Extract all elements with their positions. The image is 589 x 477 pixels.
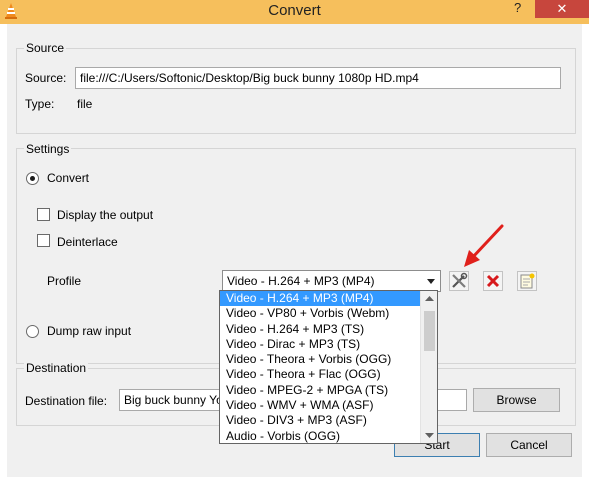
profile-option[interactable]: Video - WMV + WMA (ASF) bbox=[220, 398, 420, 413]
source-group-title: Source bbox=[24, 41, 67, 55]
profile-option[interactable]: Video - Theora + Flac (OGG) bbox=[220, 367, 420, 382]
close-button[interactable]: ✕ bbox=[535, 0, 589, 18]
scroll-thumb[interactable] bbox=[424, 311, 435, 351]
profile-option[interactable]: Video - MPEG-2 + MPGA (TS) bbox=[220, 383, 420, 398]
dump-raw-label[interactable]: Dump raw input bbox=[47, 324, 131, 338]
window-title: Convert bbox=[268, 2, 321, 19]
title-bar: Convert ? ✕ bbox=[0, 0, 589, 24]
profile-label: Profile bbox=[47, 274, 82, 288]
scroll-down-icon[interactable] bbox=[421, 427, 438, 443]
cancel-button[interactable]: Cancel bbox=[486, 433, 572, 457]
profile-option[interactable]: Video - VP80 + Vorbis (Webm) bbox=[220, 306, 420, 321]
new-document-icon bbox=[520, 273, 535, 289]
settings-group-title: Settings bbox=[24, 142, 72, 156]
deinterlace-label[interactable]: Deinterlace bbox=[57, 235, 118, 249]
wrench-screwdriver-icon bbox=[452, 272, 468, 288]
scroll-up-icon[interactable] bbox=[421, 291, 438, 307]
type-value: file bbox=[77, 97, 93, 111]
profile-option[interactable]: Video - Dirac + MP3 (TS) bbox=[220, 337, 420, 352]
display-output-label[interactable]: Display the output bbox=[57, 208, 153, 222]
deinterlace-checkbox[interactable] bbox=[37, 234, 50, 247]
convert-radio[interactable] bbox=[26, 172, 39, 185]
annotation-arrow-icon bbox=[464, 224, 504, 267]
new-profile-button[interactable] bbox=[517, 271, 537, 291]
convert-label[interactable]: Convert bbox=[47, 171, 89, 185]
help-button[interactable]: ? bbox=[514, 0, 521, 15]
destination-file-label: Destination file: bbox=[25, 394, 108, 408]
profile-option[interactable]: Audio - Vorbis (OGG) bbox=[220, 429, 420, 443]
destination-group-title: Destination bbox=[24, 361, 89, 375]
profile-option[interactable]: Video - H.264 + MP3 (MP4) bbox=[220, 291, 420, 307]
profile-option[interactable]: Video - H.264 + MP3 (TS) bbox=[220, 322, 420, 337]
dump-raw-radio[interactable] bbox=[26, 325, 39, 338]
display-output-checkbox[interactable] bbox=[37, 208, 50, 221]
red-x-icon bbox=[486, 274, 500, 288]
profile-options: Video - H.264 + MP3 (MP4) Video - VP80 + … bbox=[220, 291, 420, 443]
browse-button[interactable]: Browse bbox=[473, 388, 560, 412]
delete-profile-button[interactable] bbox=[483, 271, 503, 291]
radio-selected-dot bbox=[30, 176, 35, 181]
source-group bbox=[16, 48, 576, 134]
profile-option[interactable]: Video - DIV3 + MP3 (ASF) bbox=[220, 413, 420, 428]
profile-option[interactable]: Video - Theora + Vorbis (OGG) bbox=[220, 352, 420, 367]
dropdown-scrollbar[interactable] bbox=[420, 291, 438, 443]
source-label: Source: bbox=[25, 71, 67, 85]
profile-selected-value: Video - H.264 + MP3 (MP4) bbox=[227, 274, 375, 288]
profile-dropdown-list[interactable]: Video - H.264 + MP3 (MP4) Video - VP80 + … bbox=[219, 290, 438, 444]
type-label: Type: bbox=[25, 97, 55, 111]
source-input[interactable]: file:///C:/Users/Softonic/Desktop/Big bu… bbox=[75, 67, 561, 89]
chevron-down-icon bbox=[427, 279, 435, 284]
edit-profile-button[interactable] bbox=[449, 271, 469, 291]
profile-select[interactable]: Video - H.264 + MP3 (MP4) bbox=[222, 270, 441, 292]
